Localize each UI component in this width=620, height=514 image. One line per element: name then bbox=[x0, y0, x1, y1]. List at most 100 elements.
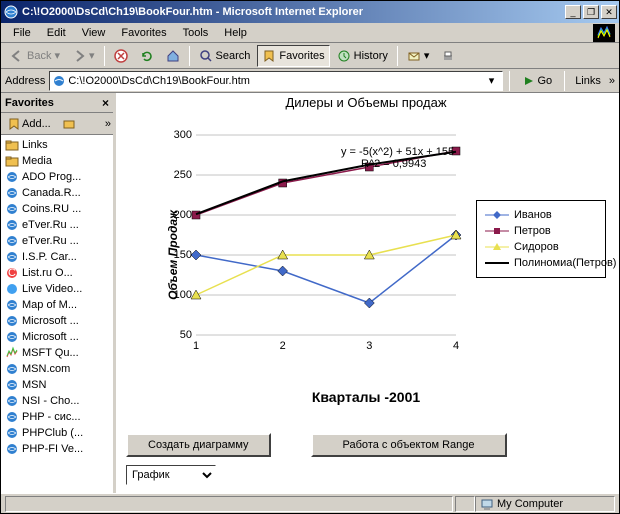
stop-button[interactable] bbox=[109, 45, 133, 67]
history-label: History bbox=[354, 50, 388, 62]
address-input-wrap[interactable]: ▾ bbox=[49, 71, 502, 91]
favorites-item[interactable]: Live Video... bbox=[3, 281, 111, 297]
favorites-item[interactable]: Media bbox=[3, 153, 111, 169]
favorites-label: Favorites bbox=[279, 50, 324, 62]
menu-view[interactable]: View bbox=[74, 25, 114, 41]
svg-text:4: 4 bbox=[453, 340, 459, 352]
favorites-item[interactable]: NSI - Cho... bbox=[3, 393, 111, 409]
favorites-item[interactable]: ADO Prog... bbox=[3, 169, 111, 185]
favorites-item-label: I.S.P. Car... bbox=[22, 251, 77, 263]
address-dropdown-icon[interactable]: ▾ bbox=[484, 74, 500, 87]
favorites-button[interactable]: Favorites bbox=[257, 45, 329, 67]
favorites-item[interactable]: Links bbox=[3, 137, 111, 153]
favorites-item[interactable]: Microsoft ... bbox=[3, 313, 111, 329]
menu-help[interactable]: Help bbox=[216, 25, 255, 41]
forward-button[interactable]: ▾ bbox=[67, 45, 100, 67]
chart-container: Дилеры и Объемы продаж Объем Продаж 5010… bbox=[126, 93, 606, 413]
favorites-item[interactable]: Microsoft ... bbox=[3, 329, 111, 345]
favorites-item-icon: C bbox=[5, 266, 19, 280]
favorites-item-label: eTver.Ru ... bbox=[22, 219, 79, 231]
favorites-item[interactable]: PHP-FI Ve... bbox=[3, 441, 111, 457]
favorites-icon bbox=[262, 49, 276, 63]
status-ssl bbox=[455, 496, 475, 512]
favorites-item[interactable]: eTver.Ru ... bbox=[3, 217, 111, 233]
favorites-item[interactable]: Canada.R... bbox=[3, 185, 111, 201]
favorites-item-label: Links bbox=[22, 139, 48, 151]
favorites-item[interactable]: PHP - сис... bbox=[3, 409, 111, 425]
home-button[interactable] bbox=[161, 45, 185, 67]
minimize-button[interactable]: _ bbox=[565, 5, 581, 19]
favorites-item-label: Microsoft ... bbox=[22, 315, 79, 327]
svg-text:200: 200 bbox=[174, 209, 192, 221]
legend-marker-icon bbox=[485, 210, 509, 220]
chart-plot: 501001502002503001234y = -5(x^2) + 51x +… bbox=[186, 130, 461, 350]
address-input[interactable] bbox=[66, 75, 483, 87]
add-favorite-icon bbox=[8, 118, 20, 130]
legend-item: Сидоров bbox=[485, 239, 597, 255]
favorites-item[interactable]: Map of M... bbox=[3, 297, 111, 313]
refresh-button[interactable] bbox=[135, 45, 159, 67]
menu-file[interactable]: File bbox=[5, 25, 39, 41]
favorites-item[interactable]: CList.ru O... bbox=[3, 265, 111, 281]
mail-button[interactable]: ▾ bbox=[402, 45, 435, 67]
create-chart-button[interactable]: Создать диаграмму bbox=[126, 433, 271, 457]
favorites-item[interactable]: MSN.com bbox=[3, 361, 111, 377]
history-icon bbox=[337, 49, 351, 63]
favorites-close-button[interactable]: × bbox=[102, 96, 109, 110]
close-button[interactable]: ✕ bbox=[601, 5, 617, 19]
favorites-item-label: Microsoft ... bbox=[22, 331, 79, 343]
favorites-item-icon bbox=[5, 186, 19, 200]
status-zone: My Computer bbox=[475, 496, 615, 512]
range-work-button[interactable]: Работа с объектом Range bbox=[311, 433, 507, 457]
favorites-item-label: MSN.com bbox=[22, 363, 70, 375]
favorites-item-icon bbox=[5, 298, 19, 312]
favorites-item-icon bbox=[5, 426, 19, 440]
menu-edit[interactable]: Edit bbox=[39, 25, 74, 41]
favorites-item-label: MSFT Qu... bbox=[22, 347, 79, 359]
svg-text:2: 2 bbox=[280, 340, 286, 352]
favorites-item-icon bbox=[5, 314, 19, 328]
refresh-icon bbox=[140, 49, 154, 63]
search-icon bbox=[199, 49, 213, 63]
ie-logo-icon bbox=[593, 24, 615, 42]
legend-label: Полиномиа(Петров) bbox=[514, 257, 616, 269]
search-button[interactable]: Search bbox=[194, 45, 256, 67]
favorites-organize-button[interactable] bbox=[58, 116, 80, 132]
favorites-item[interactable]: I.S.P. Car... bbox=[3, 249, 111, 265]
favorites-item-icon bbox=[5, 442, 19, 456]
go-button[interactable]: Go bbox=[516, 72, 559, 90]
favorites-item[interactable]: MSFT Qu... bbox=[3, 345, 111, 361]
favorites-item-label: Media bbox=[22, 155, 52, 167]
favorites-item[interactable]: eTver.Ru ... bbox=[3, 233, 111, 249]
links-label[interactable]: Links bbox=[571, 75, 605, 87]
print-button[interactable] bbox=[436, 45, 460, 67]
favorites-item-icon bbox=[5, 138, 19, 152]
favorites-list[interactable]: Links Media ADO Prog...Canada.R...Coins.RU… bbox=[1, 135, 113, 493]
favorites-add-button[interactable]: Add... bbox=[3, 116, 56, 132]
maximize-button[interactable]: ❐ bbox=[583, 5, 599, 19]
favorites-item[interactable]: PHPClub (... bbox=[3, 425, 111, 441]
favorites-item[interactable]: Coins.RU ... bbox=[3, 201, 111, 217]
content-area: Favorites × Add... » LinksMediaADO Prog.… bbox=[1, 93, 619, 493]
menu-favorites[interactable]: Favorites bbox=[113, 25, 174, 41]
favorites-tools-chevron-icon[interactable]: » bbox=[105, 118, 111, 130]
svg-text:250: 250 bbox=[174, 169, 192, 181]
back-arrow-icon bbox=[10, 49, 24, 63]
status-zone-label: My Computer bbox=[497, 498, 563, 510]
menu-tools[interactable]: Tools bbox=[175, 25, 217, 41]
links-chevron-icon[interactable]: » bbox=[609, 75, 615, 87]
go-label: Go bbox=[538, 75, 553, 87]
mail-icon bbox=[407, 49, 421, 63]
back-button[interactable]: Back ▾ bbox=[5, 45, 65, 67]
history-button[interactable]: History bbox=[332, 45, 393, 67]
legend-label: Сидоров bbox=[514, 241, 559, 253]
stop-icon bbox=[114, 49, 128, 63]
favorites-item-icon bbox=[5, 410, 19, 424]
chart-type-select[interactable]: График bbox=[126, 465, 216, 485]
favorites-item[interactable]: MSN bbox=[3, 377, 111, 393]
legend-item: Полиномиа(Петров) bbox=[485, 255, 597, 271]
favorites-item-icon bbox=[5, 282, 19, 296]
svg-text:1: 1 bbox=[193, 340, 199, 352]
favorites-item-icon bbox=[5, 202, 19, 216]
favorites-item-label: PHP - сис... bbox=[22, 411, 81, 423]
